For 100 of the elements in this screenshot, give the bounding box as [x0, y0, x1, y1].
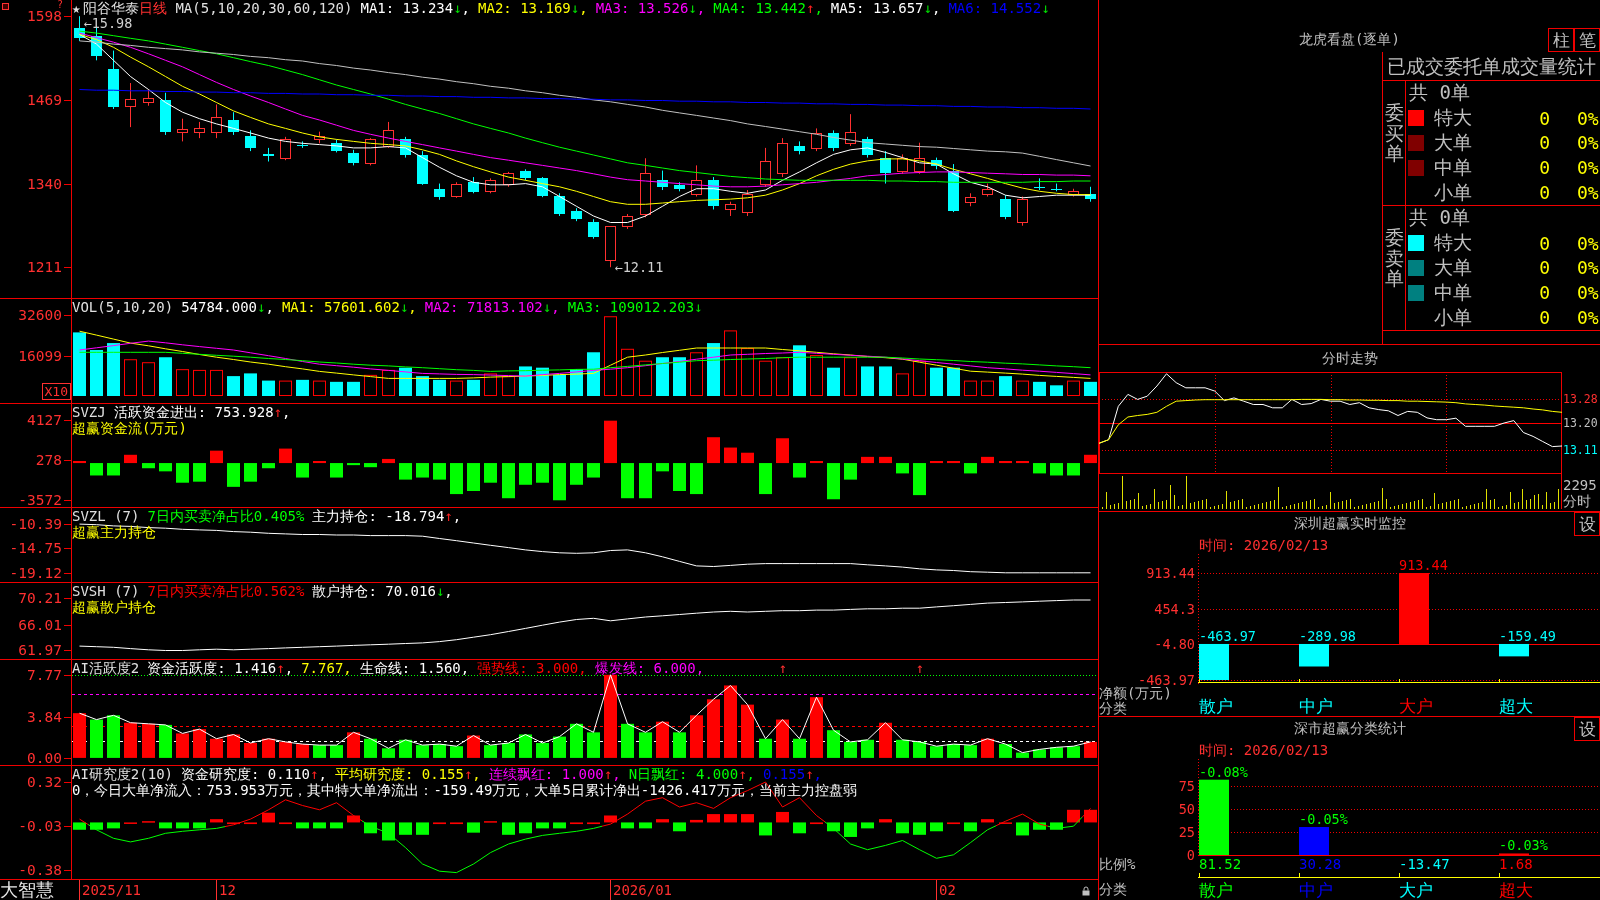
axis-label: 61.97: [18, 642, 62, 658]
order-size-label: 中单: [1434, 279, 1473, 305]
indicator-value: 强势线: 3.000: [477, 660, 579, 676]
value-label: 30.28: [1299, 856, 1342, 872]
order-count: 0: [1538, 307, 1550, 329]
separator: ,: [746, 766, 755, 782]
order-count: 0: [1538, 232, 1550, 254]
value-label: -463.97: [1199, 628, 1256, 643]
axis-label: 70.21: [18, 590, 62, 606]
order-share: 0%: [1577, 232, 1599, 254]
indicator-name: SVZL (7): [72, 508, 140, 524]
value-label: 913.44: [1399, 558, 1448, 572]
group-label: 委买单: [1384, 101, 1404, 165]
signal-arrow: ↑: [778, 661, 787, 675]
candle: [1085, 186, 1096, 203]
order-size-label: 大单: [1434, 130, 1473, 155]
axis-label: 0.00: [27, 750, 62, 766]
indicator-value: N日飘红: 4.000: [628, 766, 739, 782]
category-label: 散户: [1199, 697, 1233, 716]
category-label: 超大: [1499, 881, 1533, 900]
date-label: 2026/01: [610, 880, 672, 900]
view-toggle-button[interactable]: 柱: [1548, 28, 1574, 52]
date-label: 02: [936, 880, 956, 900]
axis-label: 278: [35, 452, 62, 468]
axis-label: 3.84: [27, 709, 62, 725]
trend-arrow: ↑: [738, 766, 747, 782]
value-label: -13.47: [1399, 856, 1450, 872]
axis-label: -0.03: [18, 818, 62, 834]
indicator-caption: 超赢主力持仓: [72, 524, 156, 540]
axis-label: -3572: [18, 492, 62, 508]
timestamp: 时间: 2026/02/13: [1199, 741, 1329, 759]
date-label: 2025/11: [79, 880, 141, 900]
order-count: 0: [1538, 182, 1550, 204]
trend-arrow: ↓: [694, 299, 703, 315]
date-label: 12: [216, 880, 236, 900]
category-label: 大户: [1399, 881, 1433, 900]
axis-label: -463.97: [1138, 673, 1195, 687]
signal-summary: 0，今日大单净流入：753.953万元，其中特大单净流出：-159.49万元，大单5日累计净出-1426.417万元，当前主力控盘弱: [72, 782, 857, 798]
axis-label: 1598: [27, 8, 62, 24]
trend-arrow: ↑: [276, 660, 285, 676]
value-label: 1.68: [1499, 856, 1533, 872]
panel-title: 龙虎看盘(逐单): [1299, 31, 1400, 49]
candle: [1051, 183, 1062, 192]
axis-label: 25: [1178, 825, 1195, 839]
indicator-value: 主力持仓: -18.794: [312, 508, 445, 524]
separator: ,: [452, 508, 462, 524]
order-count: 0: [1538, 257, 1550, 279]
category-label: 大户: [1399, 697, 1433, 716]
axis-label: 7.77: [27, 667, 62, 683]
axis-label: 13.28: [1563, 392, 1598, 406]
order-share: 0%: [1577, 182, 1599, 204]
separator: ,: [578, 660, 587, 676]
separator: ,: [612, 766, 621, 782]
category-label: 散户: [1199, 881, 1233, 900]
indicator-value: MA1: 57601.602: [281, 299, 400, 315]
axis-title: 净额(万元): [1099, 686, 1172, 701]
axis-label: 13.20: [1563, 416, 1598, 430]
indicator-value: 7日内买卖净占比0.405%: [147, 508, 305, 524]
separator: ,: [551, 299, 560, 315]
axis-title: 比例%: [1099, 856, 1136, 872]
axis-label: 50: [1178, 802, 1195, 816]
axis-label: 454.3: [1154, 602, 1195, 616]
indicator-name: VOL(5,10,20): [72, 299, 174, 315]
separator: ,: [282, 404, 291, 420]
lock-icon[interactable]: [1082, 886, 1090, 896]
axis-label: -10.39: [9, 516, 62, 531]
view-toggle-button[interactable]: 笔: [1574, 28, 1600, 52]
order-size-label: 中单: [1434, 154, 1473, 180]
indicator-value: 散户持仓: 70.016: [312, 583, 436, 599]
separator: ,: [813, 766, 823, 782]
order-share: 0%: [1577, 157, 1599, 179]
indicator-value: MA2: 71813.102: [424, 299, 543, 315]
axis-label: 913.44: [1146, 566, 1195, 580]
trend-arrow: ↑: [273, 404, 282, 420]
change-label: -0.08%: [1199, 764, 1248, 779]
order-share: 0%: [1577, 132, 1599, 154]
indicator-caption: 超赢资金流(万元): [72, 420, 187, 436]
order-size-label: 特大: [1434, 230, 1473, 256]
indicator-name: SVSH (7): [72, 583, 140, 599]
square-icon[interactable]: [2, 3, 9, 10]
axis-label: 0: [1186, 848, 1195, 862]
trend-arrow: ↑: [444, 508, 453, 524]
category-label: 超大: [1499, 697, 1533, 716]
trend-arrow: ↑: [310, 766, 319, 782]
indicator-value: 7日内买卖净占比0.562%: [147, 583, 305, 599]
value-label: -289.98: [1299, 628, 1356, 643]
settings-button[interactable]: 设: [1574, 512, 1600, 536]
settings-button[interactable]: 设: [1574, 717, 1600, 741]
table-title: 已成交委托单成交量统计: [1383, 52, 1600, 81]
axis-label: 32600: [18, 307, 62, 323]
axis-label: 16099: [18, 348, 62, 364]
trend-arrow: ↓: [399, 299, 409, 315]
axis-label: -0.38: [18, 862, 62, 878]
order-share: 0%: [1577, 257, 1599, 279]
indicator-name: SVZJ: [72, 404, 106, 420]
axis-label: -4.80: [1154, 637, 1195, 651]
separator: ,: [318, 766, 327, 782]
axis-label: 13.11: [1563, 443, 1598, 457]
order-total: 共 0单: [1408, 205, 1470, 231]
value-label: 81.52: [1199, 856, 1242, 872]
